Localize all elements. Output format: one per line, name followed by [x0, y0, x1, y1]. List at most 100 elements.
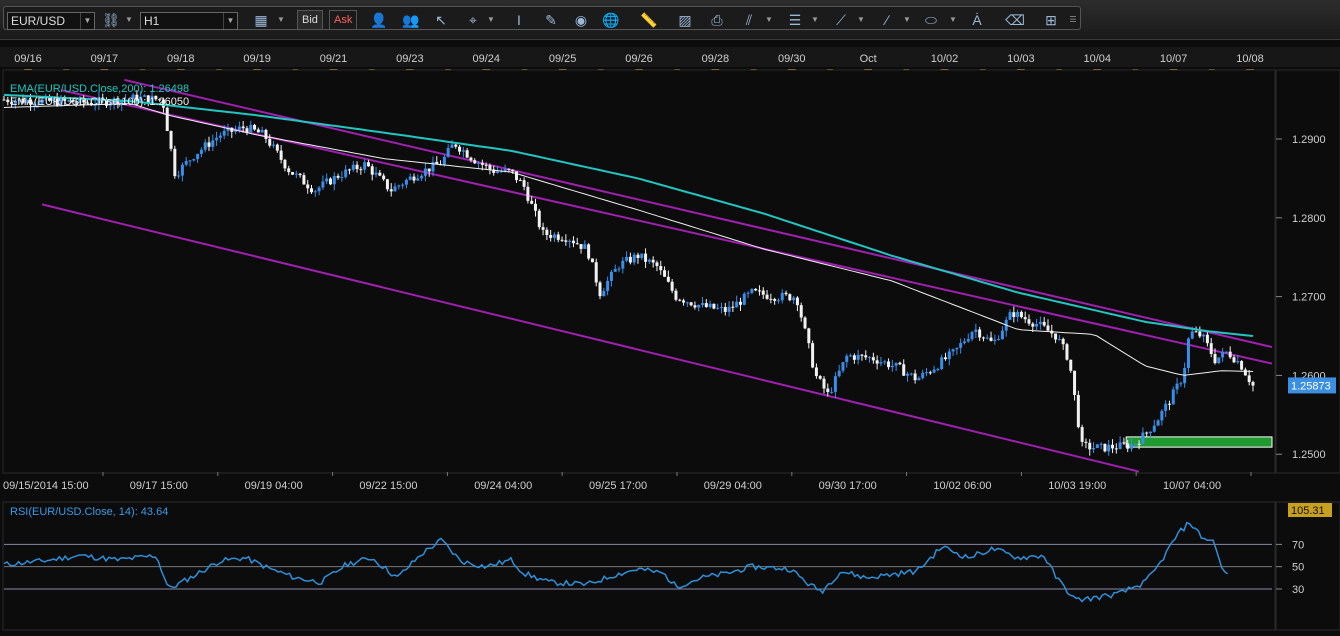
- candle-body: [313, 191, 317, 193]
- support-zone: [1125, 436, 1273, 448]
- candle-body: [347, 169, 351, 171]
- top-date-label: 09/24: [472, 53, 500, 65]
- candle-body: [647, 259, 651, 262]
- candle-body: [344, 169, 348, 177]
- top-date-label: 09/26: [625, 53, 653, 65]
- price-tick-label: 1.2500: [1292, 449, 1326, 461]
- candle-body: [180, 164, 184, 176]
- candle-body: [366, 162, 370, 167]
- candle-body: [264, 129, 268, 139]
- candle-body: [556, 234, 560, 240]
- candle-body: [761, 290, 765, 295]
- candle-body: [1202, 334, 1206, 337]
- candle-body: [545, 229, 549, 235]
- candle-body: [678, 299, 682, 301]
- candle-body: [1046, 325, 1050, 331]
- candle-body: [655, 262, 659, 267]
- candle-body: [533, 203, 537, 211]
- candle-body: [412, 176, 416, 181]
- top-date-label: 09/30: [778, 53, 806, 65]
- candle-body: [701, 303, 705, 305]
- candle-body: [871, 357, 875, 361]
- support-zone-rect: [1125, 436, 1273, 448]
- candle-body: [215, 137, 219, 141]
- candle-body: [1054, 333, 1058, 340]
- top-date-label: 09/19: [243, 53, 271, 65]
- bottom-date-label: 09/25 17:00: [589, 480, 647, 492]
- candle-body: [1251, 382, 1255, 386]
- candle-body: [518, 180, 522, 182]
- candle-body: [173, 148, 177, 177]
- candle-body: [484, 164, 488, 166]
- rsi-tick-label: 70: [1292, 539, 1304, 551]
- candle-body: [420, 175, 424, 179]
- candle-body: [841, 362, 845, 371]
- candle-body: [590, 258, 594, 263]
- candle-body: [1133, 443, 1137, 445]
- candle-body: [609, 271, 613, 281]
- candle-body: [423, 168, 427, 176]
- candle-body: [1145, 432, 1149, 434]
- candle-body: [374, 172, 378, 175]
- candle-body: [856, 354, 860, 360]
- bottom-date-label: 10/02 06:00: [933, 480, 991, 492]
- candle-body: [1232, 357, 1236, 363]
- candle-body: [568, 240, 572, 242]
- candle-body: [936, 369, 940, 371]
- candle-body: [351, 164, 355, 170]
- candle-body: [237, 126, 241, 130]
- candle-body: [340, 176, 344, 178]
- top-date-label: 09/17: [91, 53, 119, 65]
- candle-body: [962, 341, 966, 344]
- candle-body: [579, 244, 583, 249]
- candle-body: [1069, 359, 1073, 371]
- candle-body: [1107, 444, 1111, 452]
- candle-body: [552, 234, 556, 238]
- candle-body: [852, 355, 856, 360]
- candle-body: [773, 299, 777, 301]
- candle-body: [253, 124, 257, 130]
- candle-body: [1019, 311, 1023, 318]
- candle-body: [564, 240, 568, 242]
- candle-body: [169, 131, 173, 149]
- bottom-date-label: 10/03 19:00: [1048, 480, 1106, 492]
- candle-body: [795, 297, 799, 306]
- candle-body: [541, 227, 545, 230]
- candle-body: [302, 175, 306, 185]
- candle-body: [1126, 443, 1130, 449]
- candle-body: [765, 294, 769, 299]
- candle-body: [868, 357, 872, 359]
- price-chart[interactable]: 09/16 09/17 09/18 09/19 09/21 09/23 09/24 09/25…: [0, 0, 1340, 636]
- candle-body: [943, 357, 947, 360]
- top-date-label: 09/18: [167, 53, 195, 65]
- candle-body: [864, 355, 868, 358]
- candle-body: [1205, 334, 1209, 344]
- candle-body: [260, 129, 264, 133]
- candle-body: [814, 367, 818, 377]
- candle-body: [1243, 369, 1247, 376]
- candle-body: [735, 301, 739, 308]
- top-date-label: 10/04: [1083, 53, 1111, 65]
- candle-body: [188, 160, 192, 162]
- candle-body: [940, 357, 944, 370]
- candle-body: [1148, 431, 1152, 434]
- candle-body: [473, 160, 477, 164]
- candle-body: [507, 168, 511, 170]
- candle-body: [966, 339, 970, 342]
- candle-body: [328, 178, 332, 185]
- candle-body: [746, 292, 750, 294]
- candle-body: [530, 200, 534, 204]
- candle-body: [196, 153, 200, 160]
- candle-body: [1236, 361, 1240, 363]
- candle-body: [621, 260, 625, 269]
- bottom-date-bar: [0, 475, 1340, 495]
- candle-body: [1073, 370, 1077, 395]
- candle-body: [811, 343, 815, 368]
- candle-body: [370, 166, 374, 175]
- candle-body: [363, 162, 367, 170]
- candle-body: [275, 144, 279, 151]
- top-date-label: 09/28: [702, 53, 730, 65]
- candle-body: [738, 301, 742, 305]
- bottom-date-label: 09/19 04:00: [245, 480, 303, 492]
- candle-body: [203, 142, 207, 150]
